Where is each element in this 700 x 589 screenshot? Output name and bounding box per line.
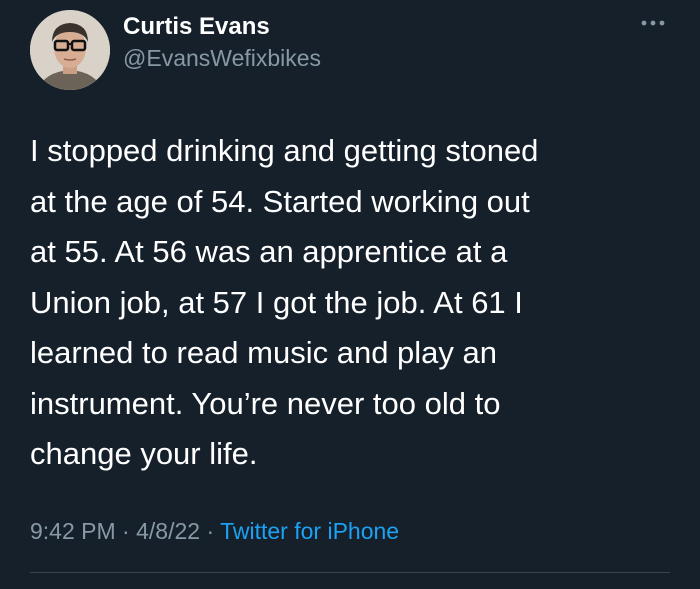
tweet-text-line: learned to read music and play an	[30, 335, 498, 370]
more-dots-icon	[641, 20, 665, 26]
tweet-text: I stopped drinking and getting stoned at…	[30, 126, 670, 480]
tweet-source-link[interactable]: Twitter for iPhone	[220, 518, 399, 544]
tweet-text-line: instrument. You’re never too old to	[30, 385, 501, 421]
tweet-text-line: at the age of 54. Started working out	[30, 183, 530, 219]
display-name[interactable]: Curtis Evans	[123, 13, 270, 41]
user-handle[interactable]: @EvansWefixbikes	[123, 45, 321, 72]
tweet: Curtis Evans @EvansWefixbikes I stopped …	[0, 0, 700, 589]
divider	[30, 572, 670, 573]
profile-photo-icon	[30, 10, 110, 90]
meta-separator: ·	[206, 518, 215, 544]
tweet-text-line: at 55. At 56 was an apprentice at a	[30, 234, 508, 269]
meta-separator: ·	[122, 518, 130, 544]
tweet-time[interactable]: 9:42 PM	[30, 518, 116, 544]
tweet-date[interactable]: 4/8/22	[136, 518, 200, 544]
avatar[interactable]	[30, 10, 110, 90]
tweet-text-line: Union job, at 57 I got the job. At 61 I	[30, 284, 523, 320]
tweet-metadata: 9:42 PM · 4/8/22 · Twitter for iPhone	[30, 518, 399, 545]
tweet-text-line: I stopped drinking and getting stoned	[30, 133, 539, 168]
more-options-button[interactable]	[637, 10, 669, 36]
tweet-text-line: change your life.	[30, 436, 258, 471]
